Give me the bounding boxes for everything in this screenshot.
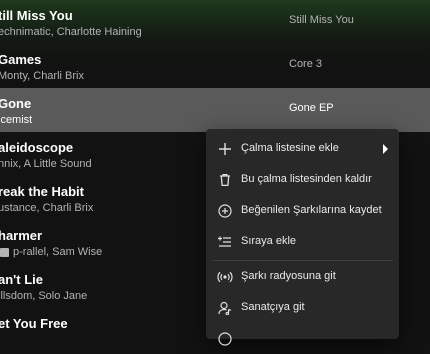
track-artists[interactable]: p-rallel, Sam Wise bbox=[0, 246, 102, 258]
track-row[interactable]: Games Monty, Charli Brix Core 3 bbox=[0, 44, 430, 88]
radio-icon bbox=[216, 268, 234, 286]
track-title[interactable]: reak the Habit bbox=[0, 184, 84, 199]
menu-item-add-to-playlist[interactable]: Çalma listesine ekle bbox=[206, 134, 399, 164]
track-title[interactable]: till Miss You bbox=[0, 8, 73, 23]
artist-icon bbox=[216, 299, 234, 317]
menu-item-label: Beğenilen Şarkılarına kaydet bbox=[241, 204, 382, 216]
trash-icon bbox=[216, 171, 234, 189]
track-title[interactable]: an't Lie bbox=[0, 272, 43, 287]
explicit-badge-icon bbox=[0, 247, 9, 257]
track-artists[interactable]: illsdom, Solo Jane bbox=[0, 290, 87, 302]
menu-item-go-to-artist[interactable]: Sanatçıya git bbox=[206, 293, 399, 323]
track-album[interactable]: Still Miss You bbox=[289, 14, 354, 26]
artist-names[interactable]: nnix, A Little Sound bbox=[0, 158, 92, 170]
menu-item-remove-from-playlist[interactable]: Bu çalma listesinden kaldır bbox=[206, 165, 399, 195]
track-artists[interactable]: ustance, Charli Brix bbox=[0, 202, 93, 214]
menu-item-add-to-queue[interactable]: Sıraya ekle bbox=[206, 227, 399, 257]
track-title[interactable]: Games bbox=[0, 52, 41, 67]
track-album[interactable]: Gone EP bbox=[289, 102, 334, 114]
menu-item-song-radio[interactable]: Şarkı radyosuna git bbox=[206, 262, 399, 292]
track-album[interactable]: Core 3 bbox=[289, 58, 322, 70]
track-row[interactable]: till Miss You echnimatic, Charlotte Hain… bbox=[0, 0, 430, 44]
track-row-selected[interactable]: Gone lcemist Gone EP bbox=[0, 88, 430, 132]
context-menu: Çalma listesine ekle Bu çalma listesinde… bbox=[206, 129, 399, 346]
artist-names[interactable]: ustance, Charli Brix bbox=[0, 202, 93, 214]
track-title[interactable]: harmer bbox=[0, 228, 42, 243]
artist-names[interactable]: lcemist bbox=[0, 114, 32, 126]
track-artists[interactable]: echnimatic, Charlotte Haining bbox=[0, 26, 142, 38]
plus-icon bbox=[216, 140, 234, 158]
submenu-arrow-icon bbox=[383, 144, 388, 154]
menu-item-label: Şarkı radyosuna git bbox=[241, 270, 336, 282]
add-circle-icon bbox=[216, 202, 234, 220]
menu-item-label: Sanatçıya git bbox=[241, 301, 305, 313]
menu-item-label: Sıraya ekle bbox=[241, 235, 297, 247]
track-artists[interactable]: nnix, A Little Sound bbox=[0, 158, 92, 170]
queue-icon bbox=[216, 233, 234, 251]
menu-item-save-to-liked[interactable]: Beğenilen Şarkılarına kaydet bbox=[206, 196, 399, 226]
track-title[interactable]: aleidoscope bbox=[0, 140, 73, 155]
menu-item-label: Çalma listesine ekle bbox=[241, 142, 339, 154]
track-artists[interactable]: lcemist bbox=[0, 114, 32, 126]
artist-names[interactable]: p-rallel, Sam Wise bbox=[13, 246, 102, 258]
menu-item-partial[interactable] bbox=[206, 324, 399, 354]
track-title[interactable]: et You Free bbox=[0, 316, 68, 331]
artist-names[interactable]: illsdom, Solo Jane bbox=[0, 290, 87, 302]
track-artists[interactable]: Monty, Charli Brix bbox=[0, 70, 84, 82]
artist-names[interactable]: Monty, Charli Brix bbox=[0, 70, 84, 82]
menu-item-label: Bu çalma listesinden kaldır bbox=[241, 173, 372, 185]
artist-names[interactable]: echnimatic, Charlotte Haining bbox=[0, 26, 142, 38]
track-title[interactable]: Gone bbox=[0, 96, 31, 111]
menu-divider bbox=[212, 260, 393, 261]
